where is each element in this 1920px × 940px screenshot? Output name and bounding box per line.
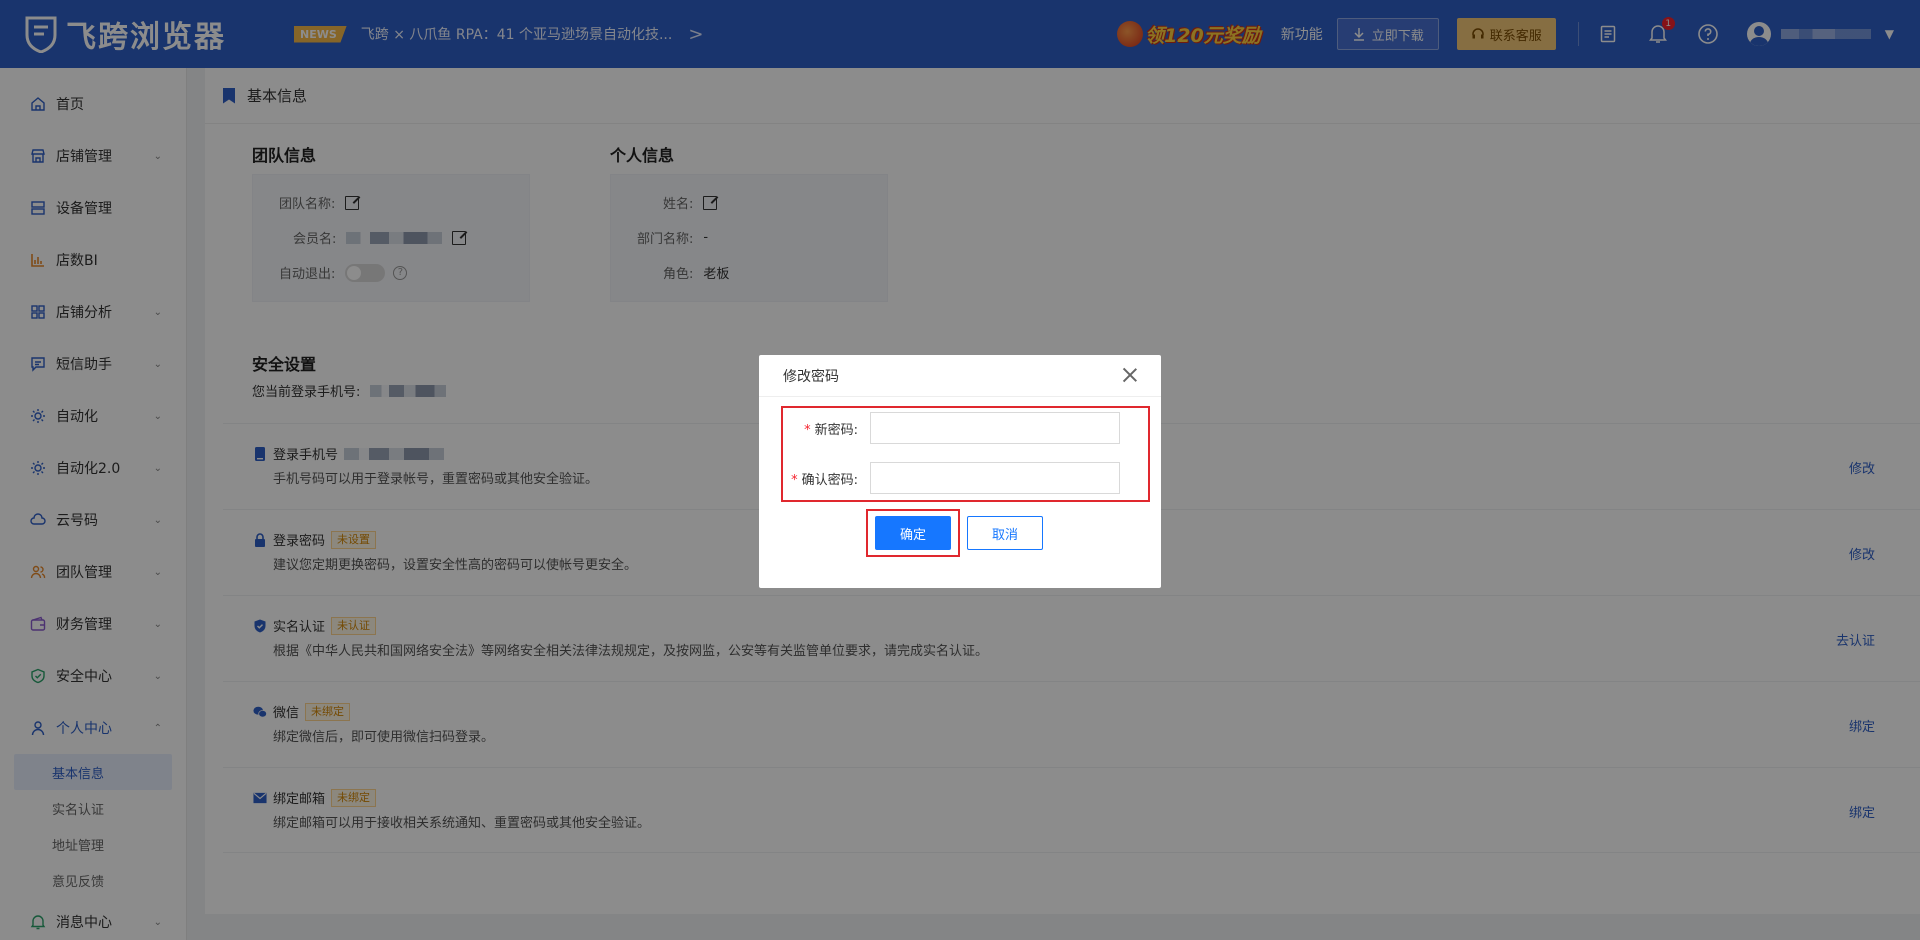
new-password-label: 新密码:: [814, 422, 858, 438]
confirm-password-input[interactable]: [870, 462, 1120, 494]
close-icon[interactable]: [1121, 366, 1139, 384]
confirm-button[interactable]: 确定: [875, 516, 951, 550]
new-password-input[interactable]: [870, 412, 1120, 444]
dialog-header: 修改密码: [759, 355, 1161, 397]
cancel-button[interactable]: 取消: [967, 516, 1043, 550]
confirm-password-label: 确认密码:: [801, 472, 858, 488]
required-mark: *: [791, 472, 798, 488]
change-password-dialog: 修改密码 * 新密码: * 确认密码: 确定 取消: [759, 355, 1161, 588]
new-password-row: * 新密码:: [783, 412, 1120, 444]
confirm-password-row: * 确认密码:: [783, 462, 1120, 494]
dialog-title: 修改密码: [783, 368, 839, 385]
required-mark: *: [804, 422, 811, 438]
